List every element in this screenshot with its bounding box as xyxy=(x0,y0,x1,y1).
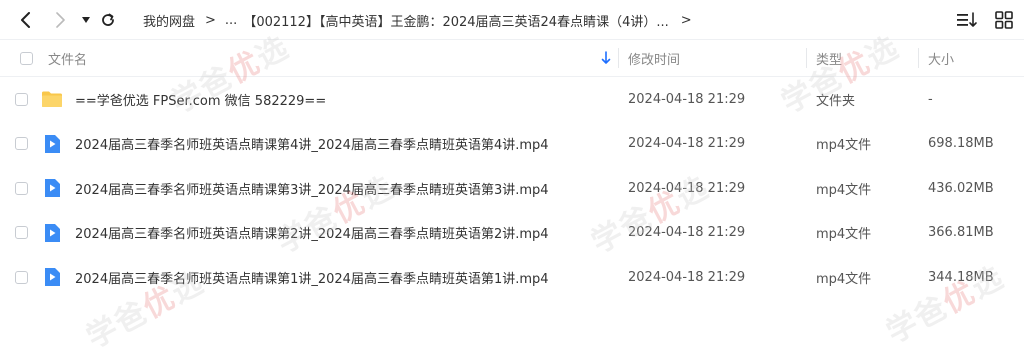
file-size: - xyxy=(928,91,933,107)
file-type: mp4文件 xyxy=(816,271,872,287)
history-dropdown-icon[interactable] xyxy=(76,10,96,30)
file-list-header: 文件名 修改时间 类型 大小 xyxy=(0,40,1024,77)
column-divider[interactable] xyxy=(806,48,807,68)
file-name[interactable]: 2024届高三春季名师班英语点睛课第1讲_2024届高三春季点睛班英语第1讲.m… xyxy=(75,255,549,300)
file-modified: 2024-04-18 21:29 xyxy=(628,91,746,107)
video-file-icon xyxy=(43,255,61,300)
column-header-size[interactable]: 大小 xyxy=(928,40,954,76)
chevron-right-icon[interactable]: > xyxy=(681,13,692,28)
row-checkbox[interactable] xyxy=(15,211,28,256)
row-checkbox[interactable] xyxy=(15,166,28,211)
toolbar: 我的网盘 > ... 【002112】【高中英语】王金鹏：2024届高三英语24… xyxy=(0,0,1024,40)
file-size: 698.18MB xyxy=(928,136,994,152)
refresh-icon[interactable] xyxy=(98,10,118,30)
video-file-icon xyxy=(43,166,61,211)
row-checkbox[interactable] xyxy=(15,122,28,167)
video-file-icon xyxy=(43,211,61,256)
breadcrumb: 我的网盘 > ... 【002112】【高中英语】王金鹏：2024届高三英语24… xyxy=(143,10,701,30)
file-list: ==学爸优选 FPSer.com 微信 582229== 2024-04-18 … xyxy=(0,77,1024,300)
select-all-checkbox[interactable] xyxy=(20,40,33,76)
breadcrumb-item-root[interactable]: 我的网盘 xyxy=(143,11,195,30)
file-size: 436.02MB xyxy=(928,180,994,196)
view-controls xyxy=(956,10,1014,30)
file-modified: 2024-04-18 21:29 xyxy=(628,136,746,152)
file-row[interactable]: 2024届高三春季名师班英语点睛课第1讲_2024届高三春季点睛班英语第1讲.m… xyxy=(0,255,1024,300)
file-size: 366.81MB xyxy=(928,225,994,241)
sort-list-icon[interactable] xyxy=(956,10,978,30)
file-name[interactable]: 2024届高三春季名师班英语点睛课第2讲_2024届高三春季点睛班英语第2讲.m… xyxy=(75,211,549,256)
file-type: mp4文件 xyxy=(816,138,872,154)
file-name[interactable]: 2024届高三春季名师班英语点睛课第4讲_2024届高三春季点睛班英语第4讲.m… xyxy=(75,122,549,167)
column-header-modified[interactable]: 修改时间 xyxy=(628,40,680,76)
file-row[interactable]: ==学爸优选 FPSer.com 微信 582229== 2024-04-18 … xyxy=(0,77,1024,122)
breadcrumb-item-ellipsis[interactable]: ... xyxy=(225,13,237,28)
breadcrumb-item-current[interactable]: 【002112】【高中英语】王金鹏：2024届高三英语24春点睛课（4讲）... xyxy=(243,11,668,30)
row-checkbox[interactable] xyxy=(15,77,28,122)
file-row[interactable]: 2024届高三春季名师班英语点睛课第3讲_2024届高三春季点睛班英语第3讲.m… xyxy=(0,166,1024,211)
chevron-right-icon: > xyxy=(205,12,216,28)
back-icon[interactable] xyxy=(16,10,36,30)
grid-view-icon[interactable] xyxy=(994,10,1014,30)
column-header-name[interactable]: 文件名 xyxy=(48,40,87,76)
column-divider[interactable] xyxy=(618,48,619,68)
column-header-type[interactable]: 类型 xyxy=(816,40,842,76)
file-modified: 2024-04-18 21:29 xyxy=(628,180,746,196)
file-type: mp4文件 xyxy=(816,227,872,243)
file-type: mp4文件 xyxy=(816,182,872,198)
row-checkbox[interactable] xyxy=(15,255,28,300)
file-type: 文件夹 xyxy=(816,93,856,109)
file-modified: 2024-04-18 21:29 xyxy=(628,269,746,285)
video-file-icon xyxy=(43,122,61,167)
column-divider[interactable] xyxy=(918,48,919,68)
file-name[interactable]: ==学爸优选 FPSer.com 微信 582229== xyxy=(75,77,326,122)
file-row[interactable]: 2024届高三春季名师班英语点睛课第2讲_2024届高三春季点睛班英语第2讲.m… xyxy=(0,211,1024,256)
file-modified: 2024-04-18 21:29 xyxy=(628,225,746,241)
file-size: 344.18MB xyxy=(928,269,994,285)
sort-down-arrow-icon[interactable] xyxy=(601,40,611,76)
file-name[interactable]: 2024届高三春季名师班英语点睛课第3讲_2024届高三春季点睛班英语第3讲.m… xyxy=(75,166,549,211)
forward-icon[interactable] xyxy=(50,10,70,30)
file-row[interactable]: 2024届高三春季名师班英语点睛课第4讲_2024届高三春季点睛班英语第4讲.m… xyxy=(0,122,1024,167)
folder-icon xyxy=(41,77,63,122)
